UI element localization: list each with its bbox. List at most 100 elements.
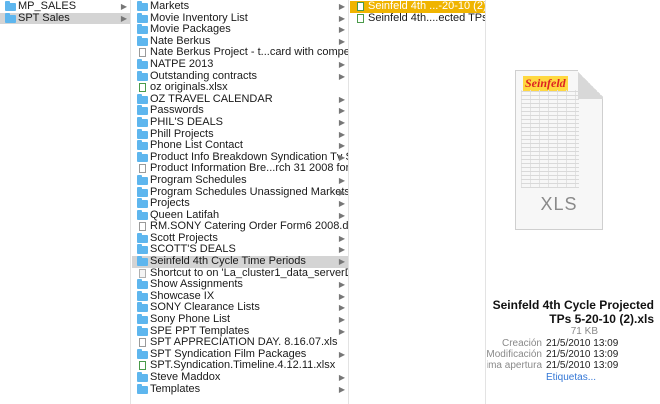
- folder-icon: [137, 383, 148, 394]
- list-item[interactable]: Phone List Contact ▶: [132, 140, 348, 152]
- list-item-label: oz originals.xlsx: [150, 82, 228, 94]
- tags-link[interactable]: Etiquetas...: [546, 372, 596, 383]
- list-item[interactable]: oz originals.xlsx: [132, 82, 348, 94]
- list-item[interactable]: OZ TRAVEL CALENDAR ▶: [132, 93, 348, 106]
- page-fold: [578, 70, 603, 99]
- list-item[interactable]: SPT Syndication Film Packages ▶: [132, 348, 348, 361]
- list-item[interactable]: Nate Berkus Project - t...card with comp…: [132, 47, 348, 59]
- folder-icon: [137, 116, 148, 127]
- folder-icon: [137, 198, 148, 209]
- list-item-label: Projects: [150, 198, 190, 210]
- finder-column-3[interactable]: Seinfeld 4th ...-20-10 (2).xlsSeinfeld 4…: [350, 0, 486, 404]
- chevron-right-icon: ▶: [338, 233, 345, 243]
- list-item[interactable]: NATPE 2013 ▶: [132, 58, 348, 71]
- list-item[interactable]: Product Info Breakdown Syndication Tv Se…: [132, 151, 348, 164]
- list-item[interactable]: Templates ▶: [132, 383, 348, 396]
- list-item[interactable]: Program Schedules Unassigned Markets ▶: [132, 186, 348, 199]
- chevron-right-icon: ▶: [338, 25, 345, 35]
- list-item[interactable]: PHIL'S DEALS ▶: [132, 116, 348, 129]
- list-item-label: Seinfeld 4th ...-20-10 (2).xls: [368, 1, 485, 12]
- list-item[interactable]: RM.SONY Catering Order Form6 2008.doc: [132, 221, 348, 233]
- chevron-right-icon: ▶: [338, 2, 345, 11]
- list-item-label: Sony Phone List: [150, 314, 231, 326]
- list-item-label: OZ TRAVEL CALENDAR: [150, 93, 273, 105]
- chevron-right-icon: ▶: [338, 257, 345, 267]
- chevron-right-icon: ▶: [338, 59, 345, 69]
- folder-icon: [137, 372, 148, 382]
- list-item[interactable]: Outstanding contracts ▶: [132, 70, 348, 83]
- folder-icon: [137, 140, 148, 151]
- folder-icon: [137, 186, 148, 197]
- document-file-icon: [139, 48, 146, 58]
- list-item[interactable]: Product Information Bre...rch 31 2008 fo…: [132, 163, 348, 175]
- chevron-right-icon: ▶: [338, 303, 345, 313]
- list-item[interactable]: SONY Clearance Lists ▶: [132, 302, 348, 314]
- folder-icon: [137, 302, 148, 313]
- list-item-label: SPT Sales: [18, 12, 70, 24]
- list-item-label: Show Assignments: [150, 279, 243, 291]
- folder-icon: [137, 348, 148, 359]
- finder-column-2[interactable]: Markets ▶ Movie Inventory List ▶ Movie Packa…: [132, 0, 349, 404]
- chevron-right-icon: ▶: [338, 152, 345, 162]
- list-item-label: NATPE 2013: [150, 58, 214, 70]
- preview-pane: Seinfeld XLS Seinfeld 4th Cycle Projecte…: [487, 0, 660, 404]
- list-item[interactable]: MP_SALES ▶: [0, 1, 130, 13]
- folder-icon: [137, 70, 148, 81]
- list-item-label: Passwords: [150, 105, 204, 117]
- list-item[interactable]: Movie Inventory List ▶: [132, 12, 348, 25]
- list-item[interactable]: SCOTT'S DEALS ▶: [132, 244, 348, 256]
- finder-column-1[interactable]: MP_SALES ▶ SPT Sales ▶: [0, 0, 131, 404]
- list-item[interactable]: SPT.Syndication.Timeline.4.12.11.xlsx: [132, 360, 348, 372]
- list-item-label: Seinfeld 4th....ected TPs.xls: [368, 12, 485, 24]
- list-item[interactable]: Nate Berkus ▶: [132, 35, 348, 48]
- chevron-right-icon: ▶: [338, 349, 345, 359]
- list-item-label: Seinfeld 4th Cycle Time Periods: [150, 256, 306, 268]
- list-item-label: MP_SALES: [18, 1, 77, 12]
- chevron-right-icon: ▶: [338, 141, 345, 151]
- list-item[interactable]: Steve Maddox ▶: [132, 372, 348, 384]
- list-item[interactable]: Markets ▶: [132, 1, 348, 13]
- list-item[interactable]: SPE PPT Templates ▶: [132, 325, 348, 338]
- meta-value: 21/5/2010 13:09: [546, 360, 619, 371]
- folder-icon: [137, 128, 148, 139]
- folder-icon: [137, 244, 148, 255]
- meta-value: 21/5/2010 13:09: [546, 349, 619, 360]
- list-item[interactable]: Sony Phone List ▶: [132, 314, 348, 326]
- list-item[interactable]: Show Assignments ▶: [132, 279, 348, 291]
- meta-key: Modificación: [487, 349, 542, 360]
- folder-icon: [137, 105, 148, 116]
- list-item-label: SPT.Syndication.Timeline.4.12.11.xlsx: [150, 360, 336, 372]
- folder-icon: [137, 209, 148, 220]
- list-item[interactable]: SPT APPRECIATION DAY. 8.16.07.xls: [132, 337, 348, 349]
- list-item-label: SPE PPT Templates: [150, 325, 250, 337]
- folder-icon: [137, 58, 148, 69]
- list-item[interactable]: Passwords ▶: [132, 105, 348, 117]
- list-item[interactable]: Seinfeld 4th Cycle Time Periods ▶: [132, 256, 348, 268]
- folder-icon: [137, 1, 148, 11]
- folder-icon: [137, 256, 148, 267]
- list-item[interactable]: Movie Packages ▶: [132, 24, 348, 36]
- list-item[interactable]: Phill Projects ▶: [132, 128, 348, 141]
- list-item-label: Movie Packages: [150, 24, 231, 36]
- list-item[interactable]: Seinfeld 4th ...-20-10 (2).xls: [350, 1, 485, 13]
- list-item-label: Queen Latifah: [150, 209, 220, 221]
- list-item[interactable]: SPT Sales ▶: [0, 12, 130, 25]
- chevron-right-icon: ▶: [338, 129, 345, 139]
- list-item[interactable]: Showcase IX ▶: [132, 290, 348, 303]
- list-item[interactable]: Projects ▶: [132, 198, 348, 210]
- chevron-right-icon: ▶: [338, 245, 345, 255]
- list-item[interactable]: Queen Latifah ▶: [132, 209, 348, 222]
- alias-icon: [139, 268, 146, 278]
- list-item[interactable]: Shortcut to on 'La_cluster1_data_serverD…: [132, 268, 348, 280]
- document-file-icon: [139, 164, 146, 174]
- list-item-label: Product Information Bre...rch 31 2008 fo…: [150, 163, 348, 175]
- chevron-right-icon: ▶: [338, 71, 345, 81]
- spreadsheet-file-icon: [357, 2, 364, 11]
- chevron-right-icon: ▶: [338, 187, 345, 197]
- list-item[interactable]: Scott Projects ▶: [132, 232, 348, 245]
- list-item[interactable]: Seinfeld 4th....ected TPs.xls: [350, 13, 485, 25]
- list-item[interactable]: Program Schedules ▶: [132, 174, 348, 187]
- list-item-label: Templates: [150, 383, 201, 395]
- document-file-icon: [139, 222, 146, 232]
- list-item-label: Product Info Breakdown Syndication Tv Se…: [150, 151, 348, 163]
